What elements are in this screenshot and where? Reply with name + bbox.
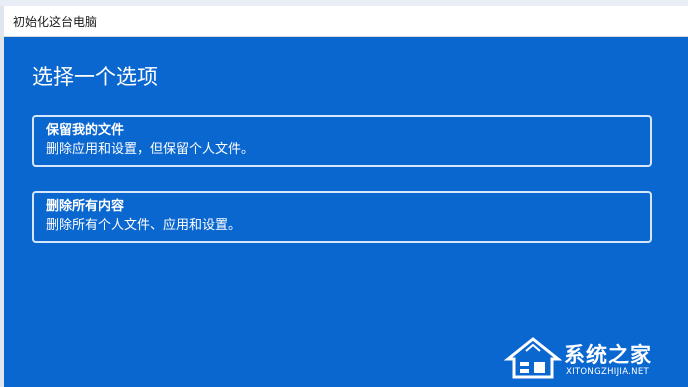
reset-pc-window: 初始化这台电脑 选择一个选项 保留我的文件 删除应用和设置，但保留个人文件。 删… [4, 6, 688, 387]
title-bar[interactable]: 初始化这台电脑 [4, 6, 688, 37]
watermark-brand: 系统之家 [564, 343, 652, 367]
keep-my-files-option[interactable]: 保留我的文件 删除应用和设置，但保留个人文件。 [32, 115, 652, 167]
remove-everything-option[interactable]: 删除所有内容 删除所有个人文件、应用和设置。 [32, 191, 652, 243]
option-title: 删除所有内容 [46, 199, 125, 214]
window-title: 初始化这台电脑 [13, 14, 98, 29]
watermark-url: XITONGZHIJIA.NET [566, 367, 649, 377]
option-description: 删除所有个人文件、应用和设置。 [46, 218, 242, 233]
screen: 初始化这台电脑 选择一个选项 保留我的文件 删除应用和设置，但保留个人文件。 删… [0, 0, 688, 387]
page-title: 选择一个选项 [32, 65, 158, 89]
house-logo-icon [504, 337, 562, 379]
option-description: 删除应用和设置，但保留个人文件。 [46, 142, 255, 157]
option-title: 保留我的文件 [46, 123, 125, 138]
watermark: 系统之家 XITONGZHIJIA.NET [504, 331, 684, 383]
